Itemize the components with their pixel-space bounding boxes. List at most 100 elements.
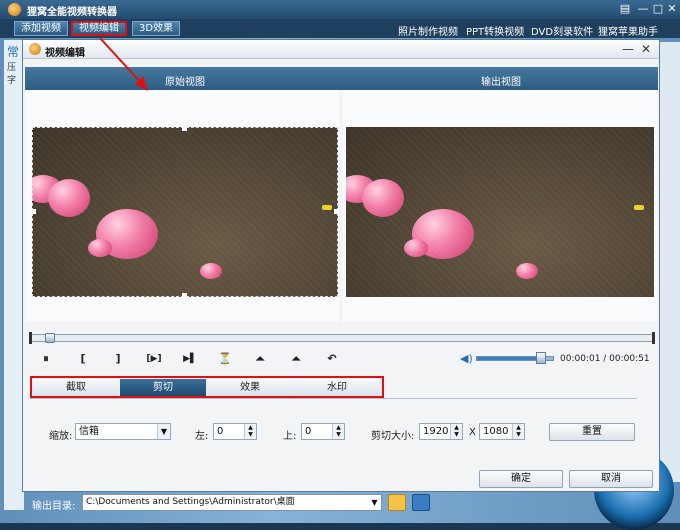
dialog-close-icon[interactable]: ✕ <box>639 42 653 56</box>
crop-handle-left[interactable] <box>32 209 36 214</box>
crop-size-label: 剪切大小: <box>371 431 415 442</box>
output-dir-select[interactable]: C:\Documents and Settings\Administrator\… <box>82 494 382 511</box>
tab-divider <box>29 398 637 399</box>
output-view-label: 输出视图 <box>481 77 521 88</box>
zoom-select-value: 信箱 <box>79 426 99 437</box>
rotate-right-button[interactable]: ⏶ <box>288 352 304 366</box>
tab-capture[interactable]: 截取 <box>33 379 119 396</box>
minimize-icon[interactable]: — <box>636 2 650 16</box>
yellow-object <box>322 205 332 210</box>
app-toolbar: 添加视频 视频编辑 3D效果 照片制作视频 PPT转换视频 DVD刻录软件 狸窝… <box>0 19 680 38</box>
size-separator: X <box>469 427 476 438</box>
top-offset-label: 上: <box>283 431 297 442</box>
toolbar-link-photo-video[interactable]: 照片制作视频 <box>398 23 458 38</box>
top-offset-spinner[interactable]: 0 ▲ ▼ <box>301 423 345 440</box>
tab-effect[interactable]: 效果 <box>207 379 293 396</box>
app-title: 狸窝全能视频转换器 <box>27 7 117 18</box>
original-view-label: 原始视图 <box>165 77 205 88</box>
balloon-shape <box>412 209 474 259</box>
effect-3d-button[interactable]: 3D效果 <box>132 21 181 36</box>
seek-start-marker <box>29 332 32 344</box>
dialog-title: 视频编辑 <box>45 48 85 59</box>
app-logo-icon <box>8 3 21 16</box>
crop-frame[interactable] <box>32 127 338 297</box>
side-label-compress: 压 <box>7 63 17 73</box>
seek-end-marker <box>652 332 655 344</box>
crop-height-spinner[interactable]: 1080 ▲ ▼ <box>479 423 525 440</box>
view-header: 原始视图 输出视图 <box>25 67 658 90</box>
balloon-shape <box>48 179 90 217</box>
zoom-select[interactable]: 信箱 ▼ <box>75 423 171 440</box>
spinner-arrows-icon[interactable]: ▲ ▼ <box>512 424 524 439</box>
time-display: 00:00:01 / 00:00:51 <box>560 354 650 364</box>
crop-width-spinner[interactable]: 1920 ▲ ▼ <box>419 423 463 440</box>
edit-video-button[interactable]: 视频编辑 <box>71 21 127 36</box>
play-clip-button[interactable]: [▶] <box>143 352 165 366</box>
pause-button[interactable]: ⏸ <box>38 352 54 366</box>
mark-in-button[interactable]: [ <box>75 352 91 366</box>
add-video-button[interactable]: 添加视频 <box>14 21 68 36</box>
crop-handle-bottom[interactable] <box>182 293 187 297</box>
crop-handle-top[interactable] <box>182 127 187 131</box>
menu-icon[interactable]: ▤ <box>618 2 632 16</box>
balloon-shape <box>404 239 428 257</box>
close-icon[interactable]: ✕ <box>665 2 679 16</box>
crop-height-value: 1080 <box>483 426 509 437</box>
edit-tabs: 截取 剪切 效果 水印 <box>30 376 384 398</box>
cancel-button[interactable]: 取消 <box>569 470 653 488</box>
left-offset-label: 左: <box>195 431 209 442</box>
next-frame-button[interactable]: ▶▌ <box>181 352 199 366</box>
balloon-shape <box>346 175 376 203</box>
seek-bar[interactable] <box>29 332 655 344</box>
left-offset-spinner[interactable]: 0 ▲ ▼ <box>213 423 257 440</box>
dialog-title-bar: 视频编辑 — ✕ <box>23 40 659 59</box>
balloon-shape <box>362 179 404 217</box>
original-video-frame[interactable] <box>32 127 338 297</box>
side-label-common: 常 <box>7 45 20 59</box>
reset-button[interactable]: 重置 <box>549 423 635 441</box>
mark-out-button[interactable]: ] <box>110 352 126 366</box>
balloon-shape <box>96 209 158 259</box>
yellow-object <box>634 205 644 210</box>
trim-button[interactable]: ⏳ <box>217 352 233 366</box>
dialog-logo-icon <box>29 43 41 55</box>
chevron-down-icon[interactable]: ▼ <box>368 495 381 510</box>
toolbar-link-apple[interactable]: 狸窝苹果助手 <box>598 23 658 38</box>
volume-fill <box>477 357 542 360</box>
crop-width-value: 1920 <box>423 426 449 437</box>
video-edit-dialog: 视频编辑 — ✕ 原始视图 输出视图 缩放: 信箱 ▼ 左: 0 ▲ ▼ 上: … <box>22 39 660 492</box>
toolbar-link-dvd[interactable]: DVD刻录软件 <box>531 23 593 38</box>
browse-folder-icon[interactable] <box>388 494 406 511</box>
rotate-left-button[interactable]: ⏶ <box>252 352 268 366</box>
balloon-shape <box>200 263 222 279</box>
zoom-label: 缩放: <box>49 431 73 442</box>
spinner-arrows-icon[interactable]: ▲ ▼ <box>244 424 256 439</box>
spinner-arrows-icon[interactable]: ▲ ▼ <box>450 424 462 439</box>
output-dir-label: 输出目录: <box>32 501 76 512</box>
side-label-subtitle: 字 <box>7 76 17 86</box>
output-dir-value: C:\Documents and Settings\Administrator\… <box>86 497 295 507</box>
tab-watermark[interactable]: 水印 <box>294 379 380 396</box>
ok-button[interactable]: 确定 <box>479 470 563 488</box>
tab-crop[interactable]: 剪切 <box>120 379 206 396</box>
balloon-shape <box>88 239 112 257</box>
left-offset-value: 0 <box>217 426 224 437</box>
balloon-shape <box>516 263 538 279</box>
top-offset-value: 0 <box>305 426 312 437</box>
open-folder-icon[interactable] <box>412 494 430 511</box>
volume-icon[interactable]: ◀) <box>460 352 474 366</box>
side-panel: 常 压 字 <box>4 40 24 510</box>
maximize-icon[interactable]: □ <box>651 2 665 16</box>
right-panel-edge <box>659 42 680 482</box>
undo-button[interactable]: ↶ <box>324 352 340 366</box>
volume-knob[interactable] <box>536 352 547 364</box>
crop-handle-right[interactable] <box>334 209 338 214</box>
toolbar-link-ppt-video[interactable]: PPT转换视频 <box>466 23 524 38</box>
output-video-frame <box>346 127 654 297</box>
seek-knob[interactable] <box>45 333 56 343</box>
balloon-shape <box>32 175 62 203</box>
spinner-arrows-icon[interactable]: ▲ ▼ <box>332 424 344 439</box>
dialog-minimize-icon[interactable]: — <box>621 42 635 56</box>
app-title-bar: 狸窝全能视频转换器 ▤ — □ ✕ <box>0 0 680 19</box>
chevron-down-icon[interactable]: ▼ <box>157 424 170 439</box>
